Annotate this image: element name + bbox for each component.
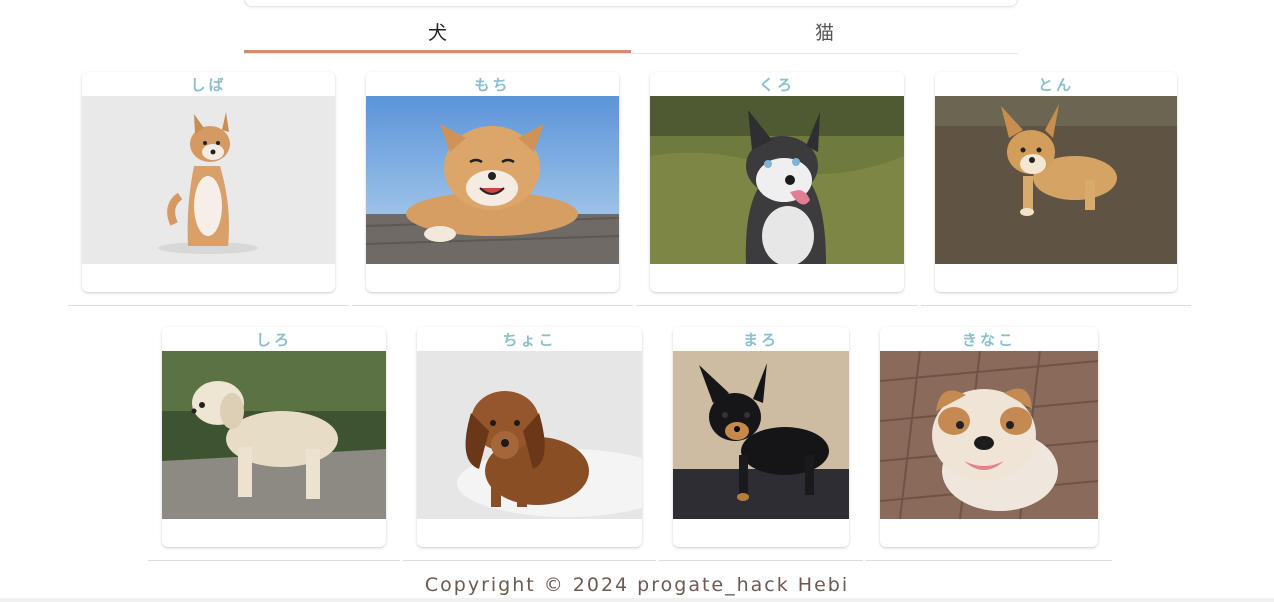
pet-card-cell: しろ <box>148 327 400 561</box>
card-divider <box>659 560 863 561</box>
pet-name: まろ <box>742 331 779 349</box>
shiba-photo <box>82 96 335 264</box>
pet-name: しろ <box>255 331 292 349</box>
tabs-divider <box>244 53 1018 54</box>
husky-photo <box>650 96 904 264</box>
shiba-smiling-photo <box>366 96 619 264</box>
pet-card[interactable]: くろ <box>650 72 904 292</box>
pet-card[interactable]: しろ <box>162 327 386 547</box>
pet-name: しば <box>190 76 227 94</box>
pet-card-cell: くろ <box>636 72 918 306</box>
pet-card-cell: しば <box>68 72 349 306</box>
chihuahua-photo <box>673 351 849 519</box>
pet-card[interactable]: しば <box>82 72 335 292</box>
pet-name: くろ <box>758 76 795 94</box>
pet-card-cell: とん <box>921 72 1191 306</box>
copyright-footer: Copyright © 2024 progate_hack Hebi <box>424 574 850 596</box>
tab-cat[interactable]: 猫 <box>631 10 1018 53</box>
pet-name: とん <box>1037 76 1074 94</box>
pet-card-cell: もち <box>352 72 633 306</box>
page-bottom-bar <box>0 598 1274 602</box>
pet-name: きなこ <box>961 331 1016 349</box>
pet-name: もち <box>474 76 511 94</box>
pet-type-tabs: 犬 猫 <box>244 10 1018 54</box>
tab-dog[interactable]: 犬 <box>244 10 631 53</box>
card-divider <box>68 305 349 306</box>
bulldog-photo <box>880 351 1098 519</box>
pet-card[interactable]: きなこ <box>880 327 1098 547</box>
top-panel <box>244 0 1018 7</box>
pet-card[interactable]: ちょこ <box>417 327 642 547</box>
card-divider <box>921 305 1191 306</box>
pet-card[interactable]: とん <box>935 72 1177 292</box>
card-divider <box>866 560 1112 561</box>
card-divider <box>352 305 633 306</box>
card-divider <box>636 305 918 306</box>
card-divider <box>403 560 656 561</box>
pet-name: ちょこ <box>502 331 557 349</box>
pet-card[interactable]: まろ <box>673 327 849 547</box>
pet-card-cell: まろ <box>659 327 863 561</box>
corgi-photo <box>935 96 1177 264</box>
golden-retriever-photo <box>162 351 386 519</box>
pet-card[interactable]: もち <box>366 72 619 292</box>
pet-card-cell: ちょこ <box>403 327 656 561</box>
card-divider <box>148 560 400 561</box>
dachshund-photo <box>417 351 642 519</box>
pet-card-cell: きなこ <box>866 327 1112 561</box>
